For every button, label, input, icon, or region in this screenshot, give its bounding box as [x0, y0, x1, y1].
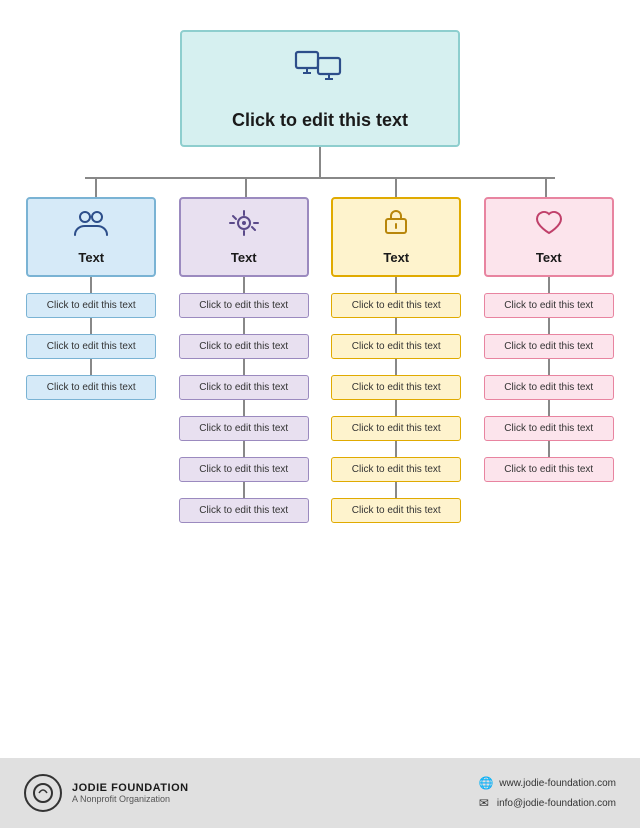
child-blue-0[interactable]: Click to edit this text: [26, 293, 156, 318]
columns-area: Text Click to edit this text Click to ed…: [20, 197, 620, 523]
child-blue-2[interactable]: Click to edit this text: [26, 375, 156, 400]
top-connector-line: [20, 177, 620, 197]
connector-yellow-0: [395, 277, 397, 293]
child-pink-1[interactable]: Click to edit this text: [484, 334, 614, 359]
footer-email: ✉ info@jodie-foundation.com: [476, 795, 616, 811]
child-purple-5[interactable]: Click to edit this text: [179, 498, 309, 523]
email-icon: ✉: [476, 795, 492, 811]
col-header-yellow[interactable]: Text: [331, 197, 461, 277]
connector-pink-2: [548, 359, 550, 375]
connector-pink-4: [548, 441, 550, 457]
child-pink-3[interactable]: Click to edit this text: [484, 416, 614, 441]
column-purple: Text Click to edit this text Click to ed…: [173, 197, 316, 523]
footer-org-name: JODIE FOUNDATION: [72, 782, 189, 794]
connector-purple-4: [243, 441, 245, 457]
child-purple-1[interactable]: Click to edit this text: [179, 334, 309, 359]
child-pink-4[interactable]: Click to edit this text: [484, 457, 614, 482]
col-purple-title: Text: [231, 250, 257, 265]
child-pink-0[interactable]: Click to edit this text: [484, 293, 614, 318]
connector-purple-2: [243, 359, 245, 375]
col-pink-icon: [531, 209, 567, 244]
child-yellow-2[interactable]: Click to edit this text: [331, 375, 461, 400]
connector-yellow-2: [395, 359, 397, 375]
child-yellow-5[interactable]: Click to edit this text: [331, 498, 461, 523]
footer-website: 🌐 www.jodie-foundation.com: [478, 775, 616, 791]
column-yellow: Text Click to edit this text Click to ed…: [325, 197, 468, 523]
connector-pink-0: [548, 277, 550, 293]
tick-3: [320, 177, 470, 197]
main-content: Click to edit this text Text: [0, 0, 640, 758]
child-blue-1[interactable]: Click to edit this text: [26, 334, 156, 359]
col-header-pink[interactable]: Text: [484, 197, 614, 277]
connector-blue-0: [90, 277, 92, 293]
col-header-purple[interactable]: Text: [179, 197, 309, 277]
child-pink-2[interactable]: Click to edit this text: [484, 375, 614, 400]
footer-org-sub: A Nonprofit Organization: [72, 794, 189, 804]
root-node[interactable]: Click to edit this text: [180, 30, 460, 147]
footer-left: JODIE FOUNDATION A Nonprofit Organizatio…: [24, 774, 189, 812]
connector-pink-1: [548, 318, 550, 334]
root-icon: [294, 50, 346, 102]
col-yellow-title: Text: [383, 250, 409, 265]
col-yellow-icon: [378, 209, 414, 244]
child-yellow-0[interactable]: Click to edit this text: [331, 293, 461, 318]
col-pink-title: Text: [536, 250, 562, 265]
connector-purple-1: [243, 318, 245, 334]
connector-blue-2: [90, 359, 92, 375]
child-purple-4[interactable]: Click to edit this text: [179, 457, 309, 482]
footer: JODIE FOUNDATION A Nonprofit Organizatio…: [0, 758, 640, 828]
root-connector: [319, 147, 321, 177]
connector-yellow-5: [395, 482, 397, 498]
child-yellow-4[interactable]: Click to edit this text: [331, 457, 461, 482]
footer-email-text: info@jodie-foundation.com: [497, 798, 616, 809]
col-header-blue[interactable]: Text: [26, 197, 156, 277]
website-icon: 🌐: [478, 775, 494, 791]
child-purple-0[interactable]: Click to edit this text: [179, 293, 309, 318]
child-purple-2[interactable]: Click to edit this text: [179, 375, 309, 400]
connector-yellow-1: [395, 318, 397, 334]
col-blue-icon: [73, 209, 109, 244]
child-purple-3[interactable]: Click to edit this text: [179, 416, 309, 441]
connector-pink-3: [548, 400, 550, 416]
tick-1: [20, 177, 170, 197]
tick-4: [470, 177, 620, 197]
connector-blue-1: [90, 318, 92, 334]
connector-yellow-3: [395, 400, 397, 416]
footer-right: 🌐 www.jodie-foundation.com ✉ info@jodie-…: [476, 775, 616, 811]
connector-purple-0: [243, 277, 245, 293]
col-purple-icon: [226, 209, 262, 244]
child-yellow-3[interactable]: Click to edit this text: [331, 416, 461, 441]
footer-website-text: www.jodie-foundation.com: [499, 778, 616, 789]
connector-yellow-4: [395, 441, 397, 457]
connector-purple-5: [243, 482, 245, 498]
tick-2: [170, 177, 320, 197]
column-blue: Text Click to edit this text Click to ed…: [20, 197, 163, 523]
root-title: Click to edit this text: [232, 110, 408, 131]
connector-purple-3: [243, 400, 245, 416]
col-blue-title: Text: [78, 250, 104, 265]
column-pink: Text Click to edit this text Click to ed…: [478, 197, 621, 523]
child-yellow-1[interactable]: Click to edit this text: [331, 334, 461, 359]
footer-org-info: JODIE FOUNDATION A Nonprofit Organizatio…: [72, 782, 189, 804]
footer-logo: [24, 774, 62, 812]
